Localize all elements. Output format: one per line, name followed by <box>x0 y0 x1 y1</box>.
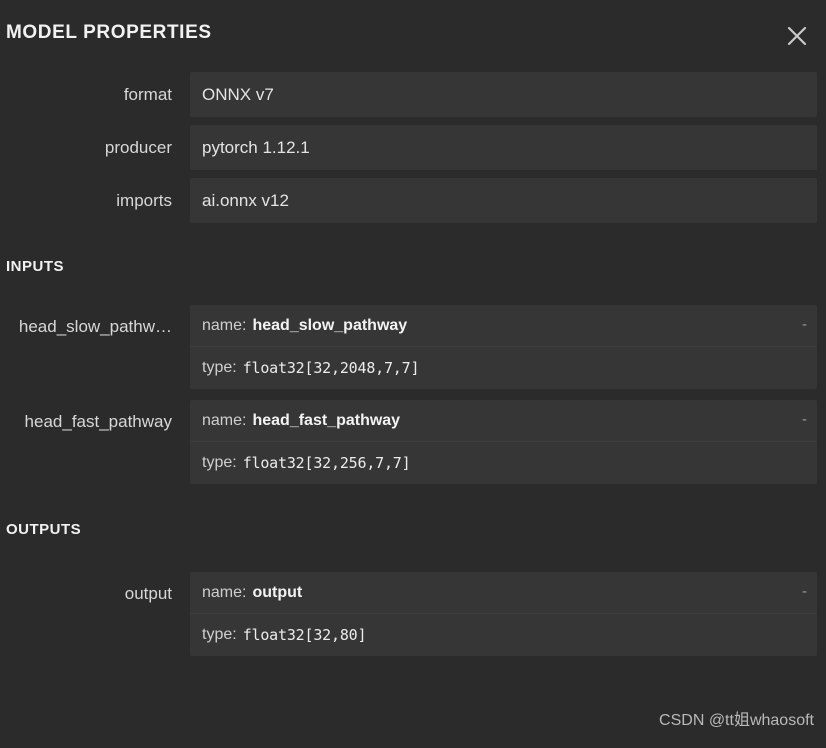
name-key: name: <box>202 583 247 601</box>
input-name-line: name: head_fast_pathway <box>190 400 817 442</box>
name-key: name: <box>202 316 247 334</box>
output-name-value: output <box>252 583 303 601</box>
property-row-format: format ONNX v7 <box>0 72 826 117</box>
input-type-value: float32[32,256,7,7] <box>242 454 411 472</box>
watermark: CSDN @tt姐whaosoft <box>659 712 814 729</box>
name-key: name: <box>202 411 247 429</box>
collapse-marker-icon[interactable]: - <box>802 317 807 332</box>
type-key: type: <box>202 626 237 643</box>
section-heading-inputs: INPUTS <box>6 258 65 275</box>
inputs-list: head_slow_pathw… name: head_slow_pathway… <box>0 305 826 484</box>
collapse-marker-icon[interactable]: - <box>802 412 807 427</box>
property-label-producer: producer <box>104 138 172 157</box>
output-details-output[interactable]: name: output type: float32[32,80] - <box>190 572 817 656</box>
property-row-imports: imports ai.onnx v12 <box>0 178 826 223</box>
type-key: type: <box>202 359 237 376</box>
input-label-head-slow-pathway: head_slow_pathw… <box>18 317 172 336</box>
outputs-list: output name: output type: float32[32,80]… <box>0 572 826 656</box>
output-row-output: output name: output type: float32[32,80]… <box>0 572 826 656</box>
property-label-format: format <box>123 85 172 104</box>
input-type-line: type: float32[32,2048,7,7] <box>190 347 817 389</box>
collapse-marker-icon[interactable]: - <box>802 584 807 599</box>
input-row-head-fast-pathway: head_fast_pathway name: head_fast_pathwa… <box>0 400 826 484</box>
input-name-line: name: head_slow_pathway <box>190 305 817 347</box>
output-type-line: type: float32[32,80] <box>190 614 817 656</box>
close-icon[interactable] <box>780 19 814 53</box>
output-name-line: name: output <box>190 572 817 614</box>
panel-header: MODEL PROPERTIES <box>0 0 826 72</box>
input-name-value: head_slow_pathway <box>252 316 408 334</box>
input-details-head-slow-pathway[interactable]: name: head_slow_pathway type: float32[32… <box>190 305 817 389</box>
property-label-imports: imports <box>116 191 172 210</box>
section-heading-outputs: OUTPUTS <box>6 521 82 538</box>
input-type-line: type: float32[32,256,7,7] <box>190 442 817 484</box>
input-name-value: head_fast_pathway <box>252 411 401 429</box>
output-type-value: float32[32,80] <box>242 626 367 644</box>
property-value-producer[interactable]: pytorch 1.12.1 <box>190 125 817 170</box>
input-details-head-fast-pathway[interactable]: name: head_fast_pathway type: float32[32… <box>190 400 817 484</box>
model-properties-list: format ONNX v7 producer pytorch 1.12.1 i… <box>0 72 826 223</box>
output-label-output: output <box>124 584 172 603</box>
property-value-format[interactable]: ONNX v7 <box>190 72 817 117</box>
type-key: type: <box>202 454 237 471</box>
property-row-producer: producer pytorch 1.12.1 <box>0 125 826 170</box>
page-title: MODEL PROPERTIES <box>6 22 212 43</box>
input-type-value: float32[32,2048,7,7] <box>242 359 420 377</box>
input-label-head-fast-pathway: head_fast_pathway <box>24 412 172 431</box>
property-value-imports[interactable]: ai.onnx v12 <box>190 178 817 223</box>
input-row-head-slow-pathway: head_slow_pathw… name: head_slow_pathway… <box>0 305 826 389</box>
